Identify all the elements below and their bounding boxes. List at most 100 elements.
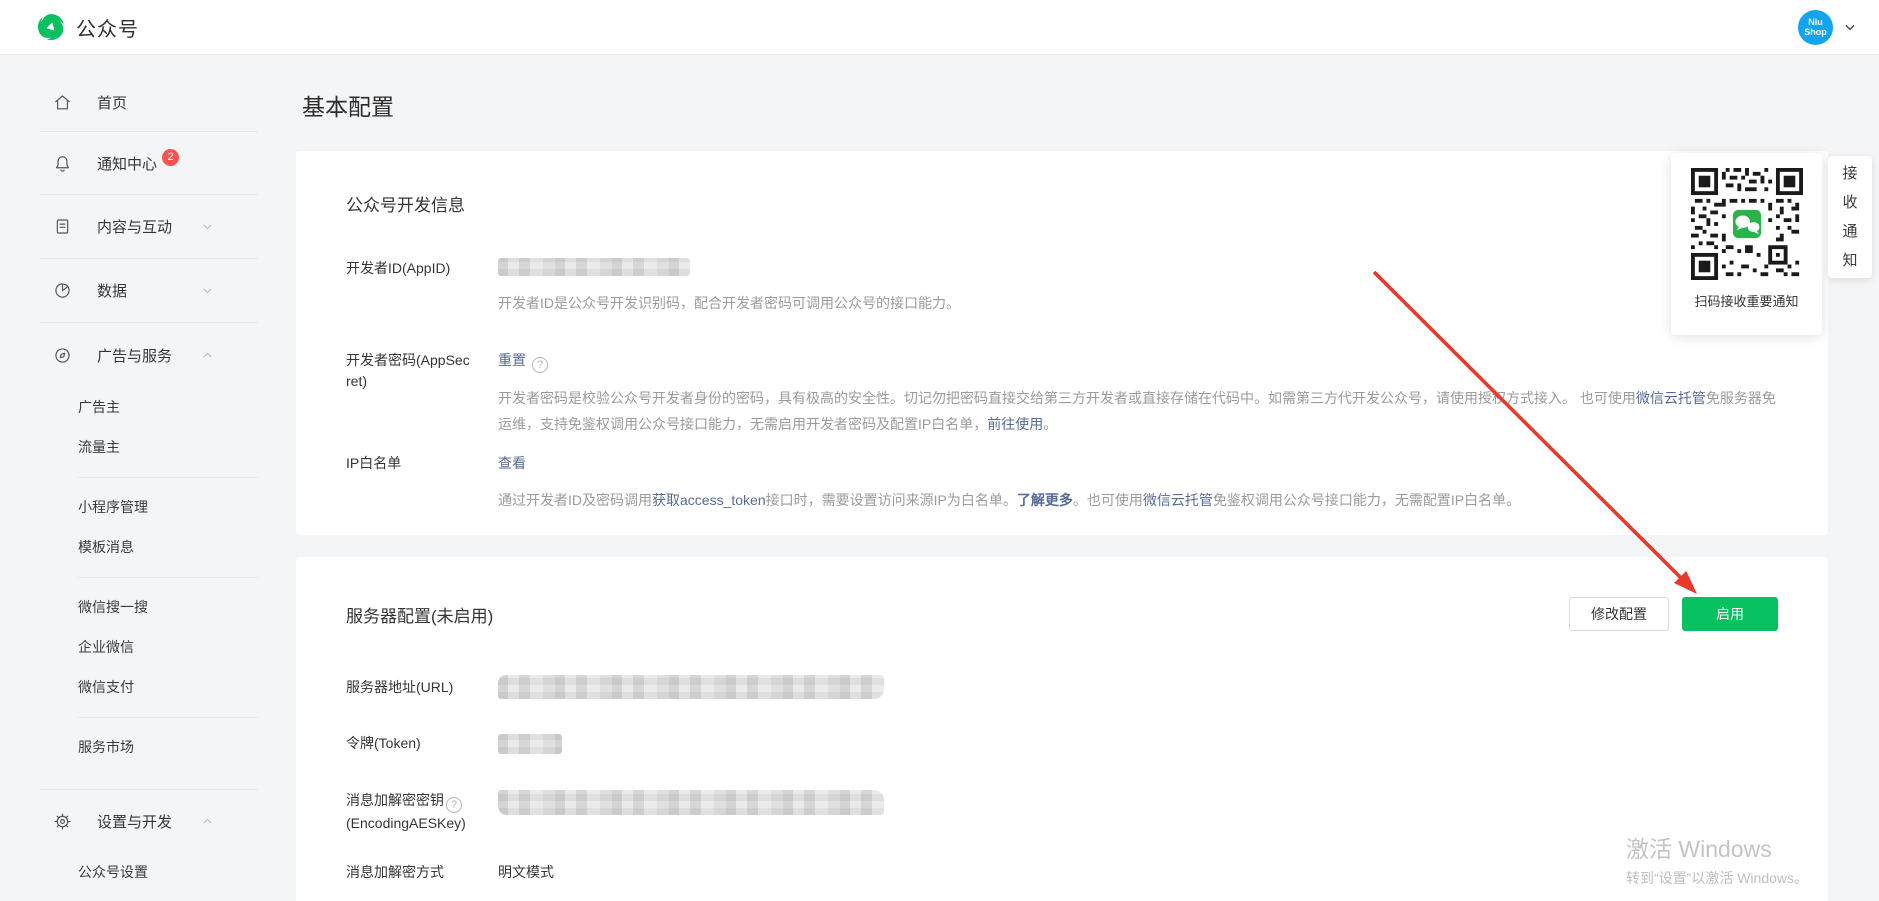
sidebar-submenu-settings: 公众号设置 (0, 852, 270, 892)
aeskey-row: 消息加解密密钥? (EncodingAESKey) (346, 790, 1778, 834)
ip-desc-text: 。也可使用 (1073, 492, 1143, 508)
go-use-link[interactable]: 前往使用 (987, 416, 1043, 432)
sidebar-subitem-advertiser[interactable]: 广告主 (0, 387, 270, 427)
sidebar-item-notifications[interactable]: 通知中心 2 (0, 132, 270, 194)
qr-caption: 扫码接收重要通知 (1671, 291, 1822, 310)
qr-code (1691, 168, 1803, 280)
account-menu-caret[interactable] (1843, 20, 1857, 34)
encrypt-mode-row: 消息加解密方式 明文模式 (346, 862, 1778, 883)
wechat-mp-logo-icon (36, 12, 66, 42)
sidebar-item-label: 内容与互动 (97, 216, 172, 237)
sidebar-subitem-wepay[interactable]: 微信支付 (0, 667, 270, 707)
ip-whitelist-view-link[interactable]: 查看 (498, 455, 526, 471)
sidebar-subitem-service-market[interactable]: 服务市场 (0, 727, 270, 767)
aeskey-value-redacted (498, 790, 884, 815)
subitem-label: 模板消息 (78, 537, 134, 557)
sidebar-item-home[interactable]: 首页 (0, 73, 270, 131)
sidebar-sub-divider (0, 707, 270, 727)
help-icon[interactable]: ? (446, 797, 462, 813)
ip-desc-text: 免鉴权调用公众号接口能力，无需配置IP白名单。 (1213, 492, 1520, 508)
bell-icon (53, 154, 72, 173)
receive-notification-label: 接收通知 (1842, 159, 1858, 275)
appid-description: 开发者ID是公众号开发识别码，配合开发者密码可调用公众号的接口能力。 (498, 290, 1776, 316)
subitem-label: 流量主 (78, 437, 120, 457)
sidebar-item-content[interactable]: 内容与互动 (0, 195, 270, 258)
appsecret-row: 开发者密码(AppSecret) 重置? 开发者密码是校验公众号开发者身份的密码… (346, 350, 1778, 437)
developer-info-card: 公众号开发信息 开发者ID(AppID) 开发者ID是公众号开发识别码，配合开发… (296, 151, 1828, 535)
aeskey-label: 消息加解密密钥? (EncodingAESKey) (346, 790, 474, 834)
notification-badge: 2 (162, 149, 179, 166)
ip-desc-text: 通过开发者ID及密码调用 (498, 492, 652, 508)
sidebar-item-label: 首页 (97, 92, 127, 113)
server-config-title: 服务器配置(未启用) (346, 602, 493, 627)
access-token-link[interactable]: 获取access_token (652, 492, 766, 508)
wechat-logo-icon (1731, 209, 1761, 239)
account-avatar[interactable]: Niu Shop (1798, 10, 1833, 45)
appsecret-description: 开发者密码是校验公众号开发者身份的密码，具有极高的安全性。切记勿把密码直接交给第… (498, 385, 1776, 437)
cloud-hosting-link[interactable]: 微信云托管 (1143, 492, 1213, 508)
sidebar-subitem-search[interactable]: 微信搜一搜 (0, 587, 270, 627)
server-url-row: 服务器地址(URL) (346, 675, 1778, 699)
appid-row: 开发者ID(AppID) 开发者ID是公众号开发识别码，配合开发者密码可调用公众… (346, 258, 1778, 316)
receive-notification-tab[interactable]: 接收通知 (1828, 156, 1872, 278)
sidebar-item-settings-dev[interactable]: 设置与开发 (0, 790, 270, 852)
app-title: 公众号 (76, 13, 139, 42)
sidebar-subitem-miniprogram[interactable]: 小程序管理 (0, 487, 270, 527)
learn-more-link[interactable]: 了解更多 (1017, 492, 1073, 508)
chevron-up-icon (201, 349, 214, 362)
avatar-text-line2: Shop (1804, 27, 1827, 37)
appid-label: 开发者ID(AppID) (346, 258, 474, 316)
subitem-label: 公众号设置 (78, 862, 148, 882)
sidebar-subitem-template-msg[interactable]: 模板消息 (0, 527, 270, 567)
server-url-label: 服务器地址(URL) (346, 677, 474, 698)
sidebar-item-data[interactable]: 数据 (0, 259, 270, 322)
appsecret-label: 开发者密码(AppSecret) (346, 350, 474, 437)
pie-chart-icon (53, 281, 72, 300)
subitem-label: 广告主 (78, 397, 120, 417)
subitem-label: 企业微信 (78, 637, 134, 657)
sidebar-subitem-account-settings[interactable]: 公众号设置 (0, 852, 270, 892)
sidebar: 首页 通知中心 2 内容与互动 数据 广告与服务 广告主 流量主 (0, 55, 270, 901)
modify-config-button[interactable]: 修改配置 (1569, 597, 1669, 631)
page-title: 基本配置 (302, 88, 1828, 122)
qr-notification-panel: 扫码接收重要通知 (1671, 153, 1822, 335)
ip-whitelist-description: 通过开发者ID及密码调用获取access_token接口时，需要设置访问来源IP… (498, 487, 1776, 513)
server-url-value-redacted (498, 675, 884, 699)
sidebar-item-label: 广告与服务 (97, 345, 172, 366)
document-icon (53, 217, 72, 236)
appsecret-desc-text: 开发者密码是校验公众号开发者身份的密码，具有极高的安全性。切记勿把密码直接交给第… (498, 390, 1636, 406)
sidebar-sub-divider (0, 567, 270, 587)
home-icon (53, 93, 72, 112)
app-logo[interactable]: 公众号 (36, 12, 139, 42)
sidebar-subitem-wecom[interactable]: 企业微信 (0, 627, 270, 667)
ip-whitelist-label: IP白名单 (346, 453, 474, 513)
encrypt-mode-value: 明文模式 (498, 862, 1778, 883)
sidebar-item-label: 通知中心 (97, 153, 157, 174)
ip-desc-text: 接口时，需要设置访问来源IP为白名单。 (766, 492, 1017, 508)
appsecret-reset-link[interactable]: 重置 (498, 352, 526, 368)
cloud-hosting-link[interactable]: 微信云托管 (1636, 390, 1706, 406)
chevron-down-icon (1843, 20, 1857, 34)
topbar: 公众号 Niu Shop (0, 0, 1879, 55)
aeskey-label-line1: 消息加解密密钥 (346, 792, 444, 808)
help-icon[interactable]: ? (532, 357, 548, 373)
aeskey-label-line2: (EncodingAESKey) (346, 815, 466, 831)
developer-info-title: 公众号开发信息 (346, 191, 1778, 216)
subitem-label: 服务市场 (78, 737, 134, 757)
compass-icon (53, 346, 72, 365)
chevron-down-icon (201, 220, 214, 233)
appid-value-redacted (498, 258, 690, 276)
encrypt-mode-label: 消息加解密方式 (346, 862, 474, 883)
sidebar-item-label: 数据 (97, 280, 127, 301)
avatar-text-line1: Niu (1808, 17, 1823, 27)
subitem-label: 微信支付 (78, 677, 134, 697)
sidebar-submenu-ads: 广告主 流量主 小程序管理 模板消息 微信搜一搜 企业微信 微信支付 服务市场 (0, 387, 270, 767)
subitem-label: 小程序管理 (78, 497, 148, 517)
enable-button[interactable]: 启用 (1682, 597, 1778, 631)
sidebar-item-label: 设置与开发 (97, 811, 172, 832)
sidebar-subitem-traffic[interactable]: 流量主 (0, 427, 270, 467)
token-value-redacted (498, 734, 562, 754)
chevron-down-icon (201, 284, 214, 297)
server-config-card: 服务器配置(未启用) 修改配置 启用 服务器地址(URL) 令牌(Token) … (296, 557, 1828, 901)
sidebar-item-ads-services[interactable]: 广告与服务 (0, 323, 270, 387)
